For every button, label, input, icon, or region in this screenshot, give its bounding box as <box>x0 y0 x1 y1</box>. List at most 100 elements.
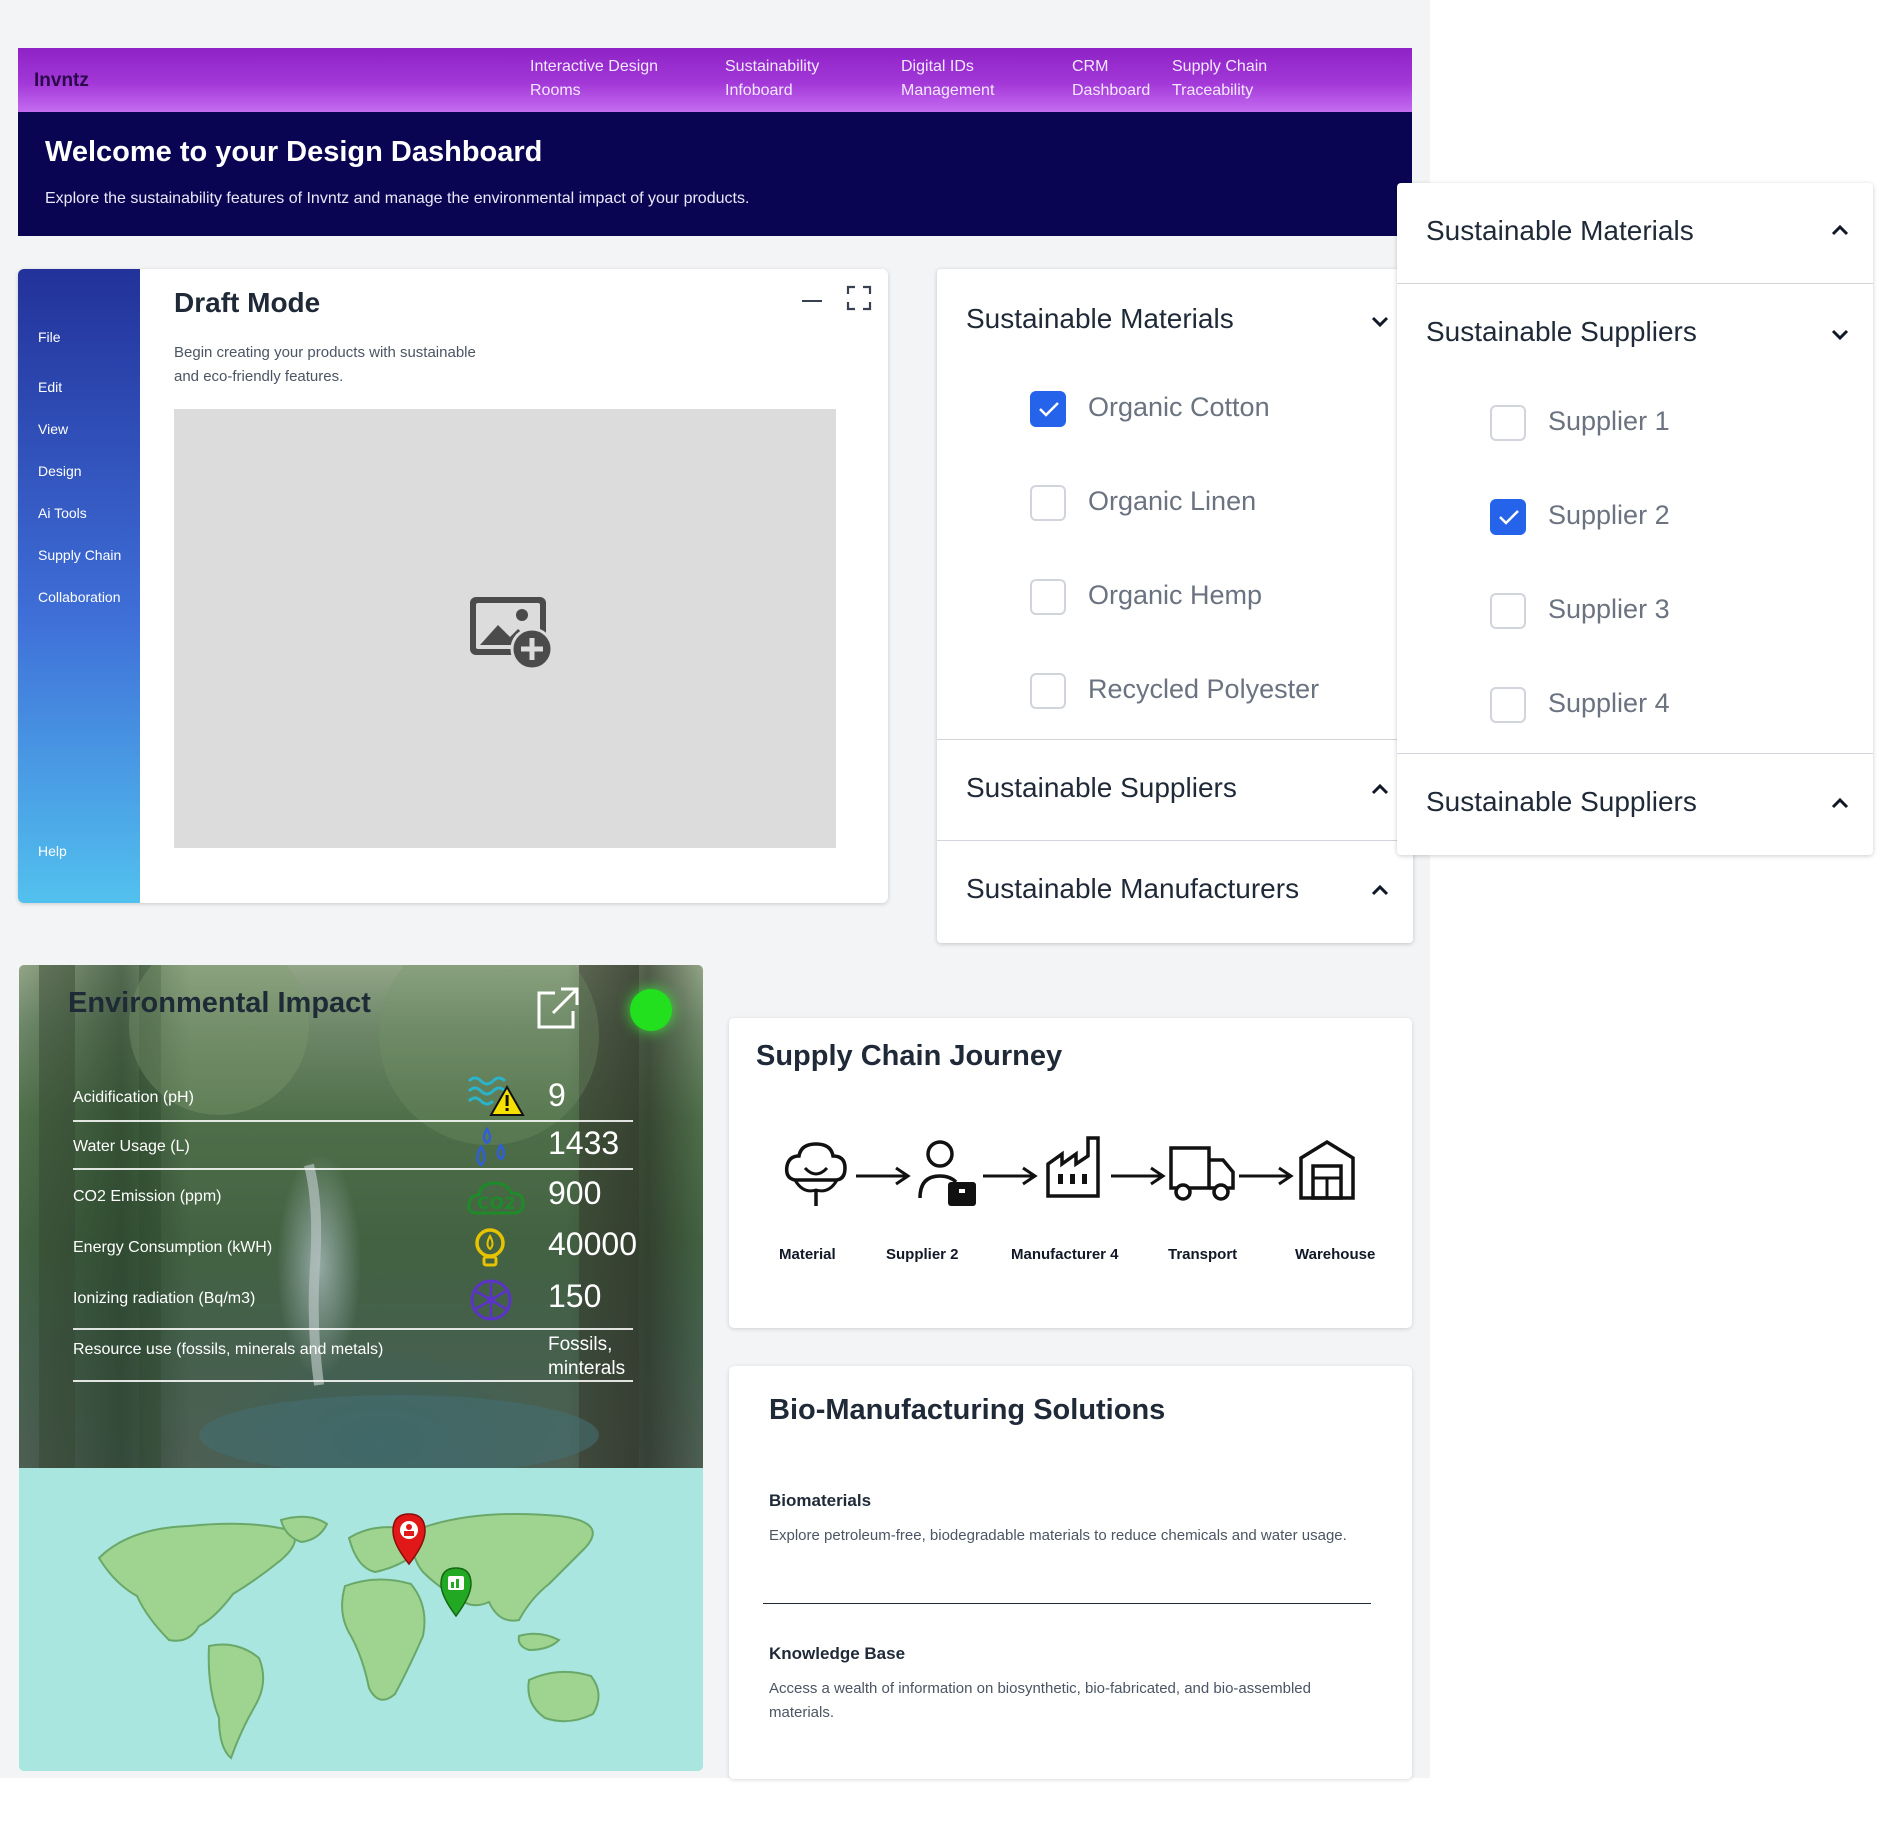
checkbox[interactable] <box>1030 391 1066 427</box>
accordion-header-suppliers[interactable]: Sustainable Suppliers <box>937 740 1413 840</box>
metric-value-co2-emission: 900 <box>548 1175 602 1211</box>
sustainability-accordion: Sustainable Materials Organic Cotton Org… <box>937 269 1413 943</box>
accordion-title: Sustainable Suppliers <box>1426 786 1697 817</box>
accordion-header-materials[interactable]: Sustainable Materials <box>937 269 1413 369</box>
nav-link-label: Dashboard <box>1072 82 1151 99</box>
nav-link-crm-dashboard[interactable]: CRM Dashboard <box>1072 55 1150 103</box>
environmental-impact-title: Environmental Impact <box>68 987 371 1019</box>
lightbulb-icon <box>475 1228 505 1267</box>
world-map-illustration <box>97 1513 600 1760</box>
checkbox[interactable] <box>1030 673 1066 709</box>
minimize-icon[interactable] <box>800 289 824 313</box>
supplier-icon[interactable] <box>916 1138 978 1210</box>
world-map[interactable] <box>19 1468 703 1771</box>
checkbox-label: Organic Cotton <box>1088 392 1270 422</box>
environmental-impact-card: Environmental Impact Acidification (pH) … <box>19 965 703 1771</box>
accordion-header-suppliers-secondary[interactable]: Sustainable Suppliers <box>1397 754 1873 854</box>
checkbox[interactable] <box>1490 687 1526 723</box>
checkbox-label: Organic Hemp <box>1088 580 1263 610</box>
chevron-up-icon <box>1371 884 1389 896</box>
truck-icon[interactable] <box>1167 1142 1237 1204</box>
page-subtitle: Explore the sustainability features of I… <box>45 190 750 207</box>
design-canvas-dropzone[interactable] <box>174 409 836 848</box>
nav-link-label: Digital IDs <box>901 58 974 75</box>
metric-label-acidification: Acidification (pH) <box>73 1089 194 1106</box>
metric-value-ionizing-radiation: 150 <box>548 1278 602 1314</box>
metric-label-water-usage: Water Usage (L) <box>73 1138 190 1155</box>
metric-label-energy-consumption: Energy Consumption (kWH) <box>73 1239 273 1256</box>
svg-text:CO2: CO2 <box>477 1194 516 1214</box>
metric-label-co2-emission: CO2 Emission (ppm) <box>73 1188 222 1205</box>
accordion-header-materials[interactable]: Sustainable Materials <box>1397 183 1873 283</box>
bio-manufacturing-title: Bio-Manufacturing Solutions <box>769 1394 1166 1426</box>
journey-step-label: Manufacturer 4 <box>1011 1246 1119 1263</box>
accordion-header-suppliers[interactable]: Sustainable Suppliers <box>1397 284 1873 384</box>
chevron-down-icon <box>1831 329 1849 341</box>
journey-step-label: Warehouse <box>1295 1246 1376 1263</box>
dashboard-page: Invntz Interactive Design Rooms Sustaina… <box>0 0 1881 1822</box>
nav-link-supply-chain-traceability[interactable]: Supply Chain Traceability <box>1172 55 1267 103</box>
menu-item-edit[interactable]: Edit <box>38 379 62 395</box>
nav-link-sustainability-infoboard[interactable]: Sustainability Infoboard <box>725 55 819 103</box>
divider <box>763 1603 1371 1604</box>
checkmark-icon <box>1499 510 1519 525</box>
nav-link-digital-ids-management[interactable]: Digital IDs Management <box>901 55 994 103</box>
menu-item-design[interactable]: Design <box>38 463 82 479</box>
checkbox[interactable] <box>1490 405 1526 441</box>
knowledge-base-description: Access a wealth of information on biosyn… <box>769 1680 1311 1721</box>
metric-divider <box>73 1328 633 1330</box>
checkbox[interactable] <box>1030 579 1066 615</box>
external-link-icon[interactable] <box>533 985 581 1033</box>
arrow-right-icon <box>856 1166 911 1186</box>
menu-item-help[interactable]: Help <box>38 843 67 859</box>
nav-link-interactive-design-rooms[interactable]: Interactive Design Rooms <box>530 55 658 103</box>
checkbox[interactable] <box>1490 593 1526 629</box>
nav-link-label: Rooms <box>530 82 581 99</box>
journey-step-label: Material <box>779 1246 836 1263</box>
menu-item-ai-tools[interactable]: Ai Tools <box>38 505 87 521</box>
factory-icon[interactable] <box>1044 1134 1104 1200</box>
arrow-right-icon <box>1239 1166 1294 1186</box>
metric-divider <box>73 1380 633 1382</box>
chevron-up-icon <box>1831 797 1849 809</box>
menu-item-supply-chain[interactable]: Supply Chain <box>38 547 121 563</box>
metric-value-line: Fossils, <box>548 1334 613 1355</box>
add-image-icon[interactable] <box>468 595 554 671</box>
checkbox-label: Supplier 2 <box>1548 500 1670 530</box>
checkmark-icon <box>1039 402 1059 417</box>
accordion-title: Sustainable Suppliers <box>1426 316 1697 347</box>
accordion-header-manufacturers[interactable]: Sustainable Manufacturers <box>937 841 1413 941</box>
biomaterials-description: Explore petroleum-free, biodegradable ma… <box>769 1527 1347 1544</box>
chevron-up-icon <box>1831 224 1849 236</box>
metric-label-ionizing-radiation: Ionizing radiation (Bq/m3) <box>73 1290 256 1307</box>
checkbox[interactable] <box>1030 485 1066 521</box>
bio-manufacturing-card: Bio-Manufacturing Solutions Biomaterials… <box>729 1366 1412 1779</box>
menu-item-collaboration[interactable]: Collaboration <box>38 589 121 605</box>
metric-value-line: minterals <box>548 1358 626 1379</box>
menu-item-view[interactable]: View <box>38 421 68 437</box>
brand-logo[interactable]: Invntz <box>34 70 89 92</box>
cotton-icon[interactable] <box>781 1138 851 1210</box>
checkbox-label: Supplier 1 <box>1548 406 1670 436</box>
metric-divider <box>73 1168 633 1170</box>
accordion-title: Sustainable Manufacturers <box>966 873 1300 904</box>
accordion-title: Sustainable Materials <box>1426 215 1694 246</box>
checkbox[interactable] <box>1490 499 1526 535</box>
nav-link-label: Supply Chain <box>1172 58 1268 75</box>
menu-item-file[interactable]: File <box>38 329 61 345</box>
warehouse-icon[interactable] <box>1297 1136 1357 1202</box>
fullscreen-icon[interactable] <box>846 285 872 311</box>
chevron-down-icon <box>1371 316 1389 328</box>
nav-link-label: Infoboard <box>725 82 793 99</box>
metric-value-acidification: 9 <box>548 1077 566 1113</box>
checkbox-label: Supplier 3 <box>1548 594 1670 624</box>
manufacturer-location-pin[interactable] <box>440 1567 472 1618</box>
image-overlay <box>19 965 703 1468</box>
biomaterials-heading[interactable]: Biomaterials <box>769 1491 871 1511</box>
metric-divider <box>73 1120 633 1122</box>
checkbox-label: Organic Linen <box>1088 486 1257 516</box>
top-navigation-bar: Invntz Interactive Design Rooms Sustaina… <box>18 48 1412 112</box>
water-drops-icon <box>476 1126 506 1167</box>
metric-value-resource-use: Fossils, minterals <box>548 1333 625 1381</box>
knowledge-base-heading[interactable]: Knowledge Base <box>769 1644 905 1664</box>
